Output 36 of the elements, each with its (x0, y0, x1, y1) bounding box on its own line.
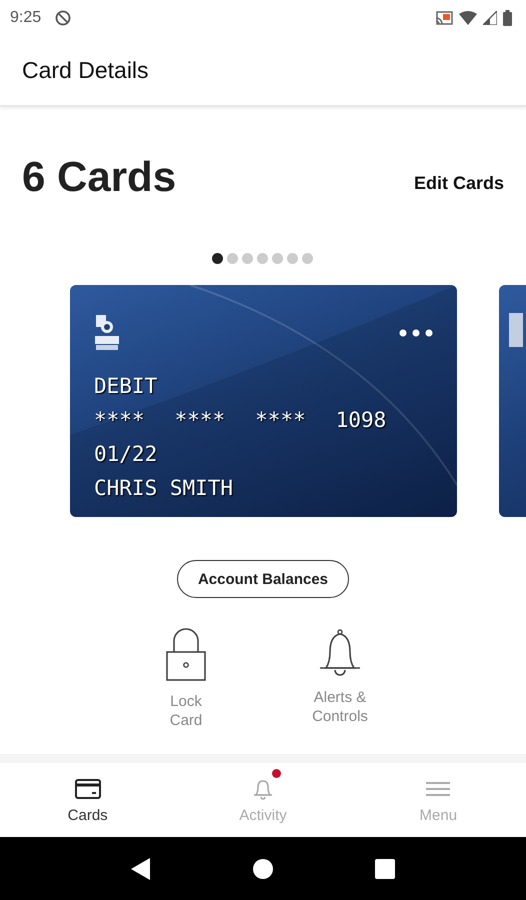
card-number-group: 1098 (336, 403, 386, 437)
menu-icon (426, 780, 450, 796)
card-icon (74, 778, 101, 798)
account-balances-button[interactable]: Account Balances (176, 560, 350, 598)
page-dot[interactable] (227, 253, 238, 264)
battery-icon (503, 10, 512, 26)
card-count-heading: 6 Cards (22, 153, 176, 201)
nav-tab[interactable]: Cards (0, 763, 176, 837)
cast-icon (435, 10, 453, 24)
page-dot[interactable] (242, 253, 253, 264)
bell-icon (252, 778, 273, 800)
page-dot[interactable] (302, 253, 313, 264)
page-title: Card Details (22, 56, 149, 84)
page-dot[interactable] (287, 253, 298, 264)
wifi-icon (459, 10, 477, 24)
edit-cards-link[interactable]: Edit Cards (414, 172, 504, 194)
card-number-group: **** (94, 403, 145, 437)
card-expiry: 01/22 (94, 441, 158, 468)
signal-icon (483, 10, 497, 24)
page-dot[interactable] (272, 253, 283, 264)
action-label[interactable]: Lock Card (170, 692, 202, 730)
recents-icon[interactable] (375, 858, 395, 878)
lock-icon[interactable] (165, 628, 207, 682)
back-icon[interactable] (131, 858, 151, 880)
bell-icon[interactable] (318, 628, 362, 678)
home-icon[interactable] (253, 858, 273, 878)
card-type: DEBIT (94, 373, 158, 400)
action-label[interactable]: Alerts & Controls (312, 688, 368, 726)
more-icon[interactable] (399, 329, 433, 337)
card-holder: CHRIS SMITH (94, 475, 234, 502)
card-number-group: **** (174, 403, 226, 437)
debit-card[interactable]: DEBIT **** **** **** 1098 01/22 CHRIS SMITH (70, 285, 457, 517)
status-time: 9:25 (10, 8, 42, 26)
page-dot[interactable] (257, 253, 268, 264)
card-number-group: **** (255, 403, 306, 437)
page-dot[interactable] (212, 253, 223, 264)
